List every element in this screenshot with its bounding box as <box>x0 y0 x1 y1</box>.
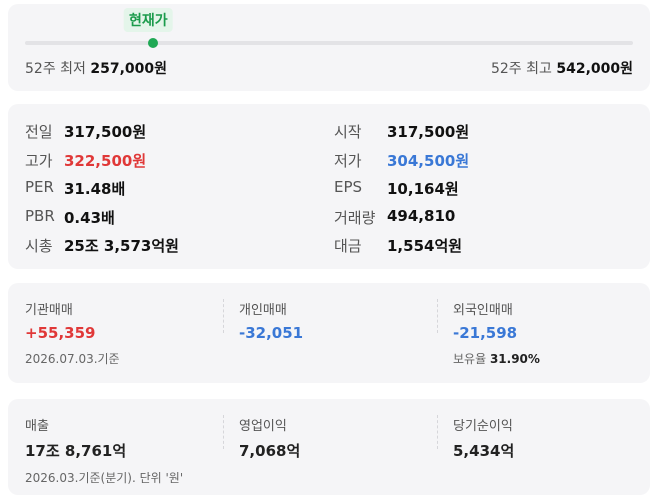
week52-high-label: 52주 최고 <box>490 61 552 77</box>
detail-value: 494,810 <box>387 207 456 225</box>
detail-label: EPS <box>334 178 363 196</box>
foreign-holding-value: 31.90% <box>489 352 540 366</box>
detail-label: 거래량 <box>334 209 376 227</box>
column-divider <box>223 299 224 333</box>
individual-column: 개인매매 -32,051 <box>239 299 429 367</box>
detail-value: 0.43배 <box>64 209 115 227</box>
week52-low-label: 52주 최저 <box>25 61 86 77</box>
individual-value: -32,051 <box>239 324 304 342</box>
detail-row-eps: EPS 10,164원 <box>334 178 634 200</box>
detail-value: 31.48배 <box>64 180 126 198</box>
detail-label: 시작 <box>334 123 362 141</box>
detail-row-market-cap: 시총 25조 3,573억원 <box>25 235 325 257</box>
week52-low-value: 257,000원 <box>90 61 168 77</box>
column-divider <box>223 415 224 449</box>
investor-date-note: 2026.07.03.기준 <box>25 352 120 366</box>
institution-value: +55,359 <box>25 324 96 342</box>
detail-value: 10,164원 <box>387 180 459 198</box>
detail-row-high: 고가 322,500원 <box>25 150 325 172</box>
detail-label: 대금 <box>334 237 362 255</box>
operating-profit-column: 영업이익 7,068억 <box>239 415 429 479</box>
column-divider <box>437 415 438 449</box>
week52-low: 52주 최저 257,000원 <box>25 58 167 78</box>
net-income-column: 당기순이익 5,434억 <box>453 415 643 479</box>
net-income-label: 당기순이익 <box>453 419 513 434</box>
detail-label: 전일 <box>25 123 53 141</box>
detail-row-volume: 거래량 494,810 <box>334 207 634 229</box>
foreign-value: -21,598 <box>453 324 518 342</box>
net-income-value: 5,434억 <box>453 442 515 460</box>
foreign-label: 외국인매매 <box>453 303 513 318</box>
detail-label: PER <box>25 178 54 196</box>
detail-row-per: PER 31.48배 <box>25 178 325 200</box>
foreign-holding: 보유율 31.90% <box>453 350 643 367</box>
detail-value: 1,554억원 <box>387 237 463 255</box>
financial-note: 2026.03.기준(분기). 단위 '원' <box>25 471 184 485</box>
revenue-column: 매출 17조 8,761억 2026.03.기준(분기). 단위 '원' <box>25 415 215 485</box>
revenue-label: 매출 <box>25 419 49 434</box>
current-price-marker: 현재가 <box>123 8 173 48</box>
detail-value-up: 322,500원 <box>64 152 147 170</box>
detail-row-pbr: PBR 0.43배 <box>25 207 325 229</box>
detail-row-low: 저가 304,500원 <box>334 150 634 172</box>
week52-range-card: 현재가 52주 최저 257,000원 52주 최고 542,000원 <box>8 4 650 91</box>
week52-range-track: 현재가 <box>25 8 633 48</box>
operating-profit-label: 영업이익 <box>239 419 287 434</box>
institution-column: 기관매매 +55,359 2026.07.03.기준 <box>25 299 215 367</box>
detail-value: 317,500원 <box>64 123 147 141</box>
financial-summary-card: 매출 17조 8,761억 2026.03.기준(분기). 단위 '원' 영업이… <box>8 399 650 495</box>
detail-label: PBR <box>25 207 55 225</box>
revenue-value: 17조 8,761억 <box>25 442 127 460</box>
investor-trading-card: 기관매매 +55,359 2026.07.03.기준 개인매매 -32,051 … <box>8 283 650 383</box>
column-divider <box>437 299 438 333</box>
foreign-column: 외국인매매 -21,598 보유율 31.90% <box>453 299 643 367</box>
price-detail-card: 전일 317,500원 고가 322,500원 PER 31.48배 PBR 0… <box>8 104 650 269</box>
detail-value: 317,500원 <box>387 123 470 141</box>
foreign-holding-label: 보유율 <box>453 352 487 366</box>
detail-row-open: 시작 317,500원 <box>334 121 634 143</box>
detail-value: 25조 3,573억원 <box>64 237 179 255</box>
institution-label: 기관매매 <box>25 303 73 318</box>
individual-label: 개인매매 <box>239 303 287 318</box>
week52-high-value: 542,000원 <box>556 61 633 77</box>
detail-label: 시총 <box>25 237 53 255</box>
detail-row-trading-value: 대금 1,554억원 <box>334 235 634 257</box>
detail-value-down: 304,500원 <box>387 152 470 170</box>
current-price-label: 현재가 <box>123 8 173 32</box>
operating-profit-value: 7,068억 <box>239 442 301 460</box>
week52-high: 52주 최고 542,000원 <box>491 58 633 78</box>
detail-row-prev-close: 전일 317,500원 <box>25 121 325 143</box>
detail-label: 저가 <box>334 152 362 170</box>
detail-label: 고가 <box>25 152 53 170</box>
